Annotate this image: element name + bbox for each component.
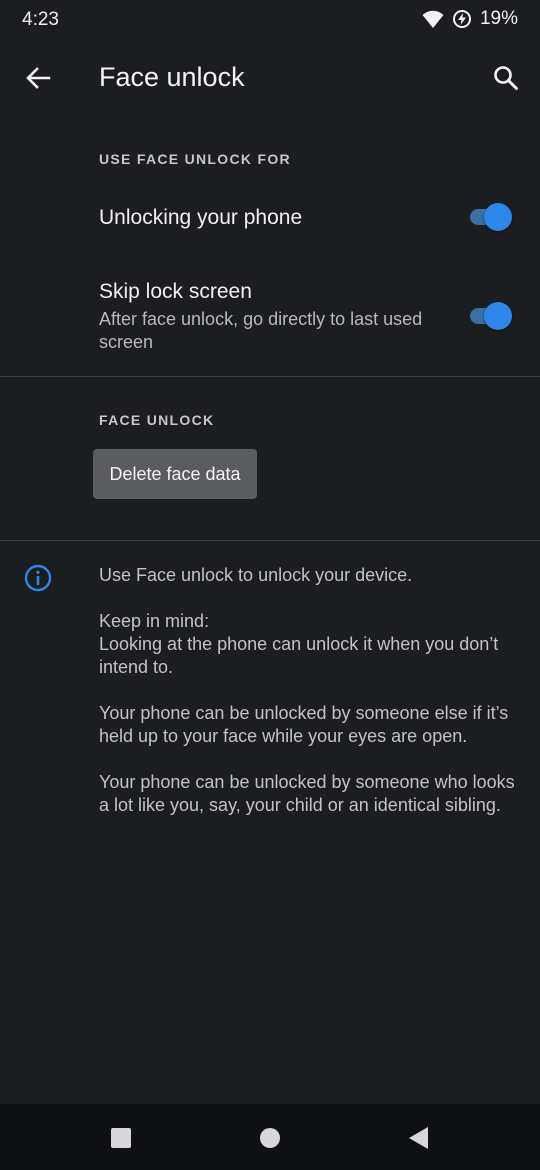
- search-icon: [494, 66, 518, 90]
- search-button[interactable]: [482, 54, 530, 102]
- info-text: Use Face unlock to unlock your device. K…: [99, 564, 524, 840]
- arrow-back-icon: [26, 67, 51, 89]
- status-icons: 19%: [422, 8, 518, 30]
- back-triangle-icon: [409, 1127, 428, 1149]
- back-button[interactable]: [14, 54, 62, 102]
- pref-title: Skip lock screen: [99, 280, 252, 303]
- nav-back-button[interactable]: [396, 1116, 440, 1160]
- pref-title: Unlocking your phone: [99, 206, 303, 229]
- info-paragraph: Your phone can be unlocked by someone el…: [99, 703, 509, 746]
- page-title: Face unlock: [99, 62, 245, 92]
- home-circle-icon: [260, 1128, 280, 1148]
- recents-square-icon: [111, 1128, 131, 1148]
- status-time: 4:23: [22, 9, 59, 30]
- navigation-bar: [0, 1104, 540, 1170]
- delete-face-data-button[interactable]: Delete face data: [93, 449, 257, 499]
- section-header-use-for: USE FACE UNLOCK FOR: [99, 151, 291, 167]
- face-unlock-screen: 4:23 19% Face unlock USE FACE UNLOCK FOR…: [0, 0, 540, 1170]
- recents-button[interactable]: [99, 1116, 143, 1160]
- battery-percent: 19%: [479, 8, 518, 29]
- home-button[interactable]: [248, 1116, 292, 1160]
- pref-summary: After face unlock, go directly to last u…: [99, 309, 423, 352]
- skip-lock-screen-toggle[interactable]: [468, 298, 514, 332]
- status-bar: 4:23 19%: [0, 0, 540, 40]
- info-icon: [24, 564, 52, 592]
- divider: [0, 540, 540, 541]
- section-header-face-unlock: FACE UNLOCK: [99, 412, 215, 428]
- divider: [0, 376, 540, 377]
- unlocking-phone-toggle[interactable]: [468, 199, 514, 233]
- wifi-icon: [422, 9, 444, 29]
- battery-saver-icon: [452, 9, 472, 29]
- info-paragraph: Keep in mind: Looking at the phone can u…: [99, 611, 499, 677]
- app-bar: Face unlock: [0, 40, 540, 116]
- info-paragraph: Use Face unlock to unlock your device.: [99, 565, 413, 585]
- info-paragraph: Your phone can be unlocked by someone wh…: [99, 772, 515, 815]
